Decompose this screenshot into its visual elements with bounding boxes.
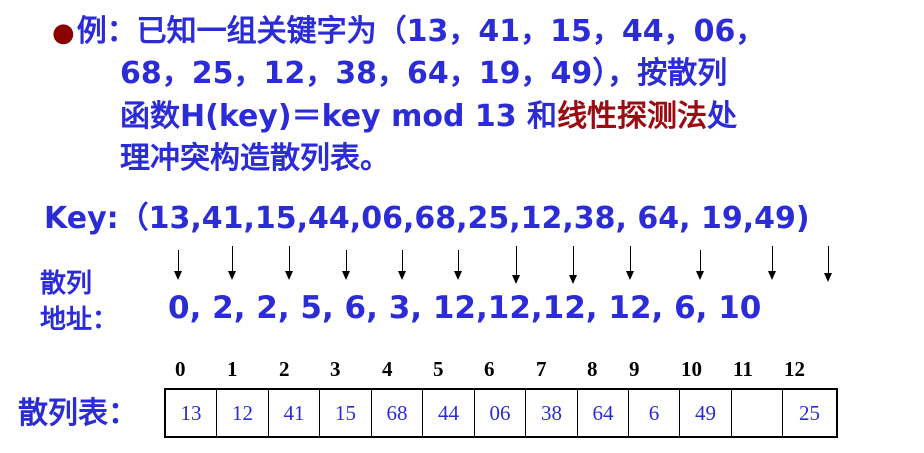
- table-cell: 38: [526, 390, 578, 436]
- table-index: 2: [279, 357, 290, 381]
- hash-address-label-line-2: 地址：: [40, 305, 119, 335]
- statement-line-3-tail: 处: [707, 99, 738, 134]
- hash-address-label: 散列 地址：: [40, 266, 118, 338]
- table-cell: 64: [578, 390, 629, 436]
- arrow-icon: [285, 246, 293, 280]
- table-cell: [732, 390, 783, 436]
- arrow-icon: [342, 250, 350, 280]
- table-cell: 15: [320, 390, 372, 436]
- arrow-icon: [569, 246, 577, 284]
- table-index: 5: [433, 357, 444, 381]
- table-cell: 13: [166, 390, 217, 436]
- arrow-icon: [398, 250, 406, 280]
- arrow-icon: [768, 246, 776, 280]
- table-index: 11: [733, 357, 753, 381]
- arrow-icon: [228, 246, 236, 280]
- table-index: 3: [330, 357, 341, 381]
- arrow-icon: [454, 250, 462, 280]
- table-index: 12: [784, 357, 805, 381]
- table-index: 10: [681, 357, 702, 381]
- statement-line-1: ●例：已知一组关键字为（13，41，15，44，06，: [52, 12, 765, 53]
- arrow-icon: [696, 250, 704, 280]
- table-cell: 68: [372, 390, 423, 436]
- statement-line-4: 理冲突构造散列表。: [120, 141, 390, 176]
- linear-probing-highlight: 线性探测法: [557, 99, 708, 134]
- table-index: 7: [536, 357, 547, 381]
- arrow-icon: [512, 246, 520, 284]
- table-cell: 41: [269, 390, 320, 436]
- table-index: 0: [175, 357, 186, 381]
- table-index: 6: [484, 357, 495, 381]
- statement-line-3: 函数H(key)＝key mod 13 和线性探测法处: [120, 97, 737, 137]
- hash-address-values: 0, 2, 2, 5, 6, 3, 12,12,12, 12, 6, 10: [168, 290, 762, 326]
- statement-line-2: 68，25，12，38，64，19，49），按散列: [120, 56, 728, 91]
- table-index: 4: [382, 357, 393, 381]
- table-index: 1: [227, 357, 238, 381]
- key-sequence: Key:（13,41,15,44,06,68,25,12,38, 64, 19,…: [44, 201, 810, 236]
- table-cell: 25: [799, 400, 820, 425]
- bullet-icon: ●: [52, 18, 75, 48]
- hash-table-label: 散列表：: [18, 396, 138, 431]
- statement-prefix: 例：已知一组关键字为（13，41，15，44，06，: [76, 14, 766, 49]
- table-cell: 12: [217, 390, 269, 436]
- table-cell: 6: [629, 390, 680, 436]
- table-cell: 49: [680, 390, 732, 436]
- hash-table: 13 12 41 15 68 44 06 38 64 6 49 25: [164, 388, 838, 438]
- table-index: 9: [629, 357, 640, 381]
- table-cell: 06: [475, 390, 526, 436]
- table-index: 8: [587, 357, 598, 381]
- table-cell: 44: [423, 390, 475, 436]
- hash-address-label-line-1: 散列: [40, 269, 93, 299]
- arrow-icon: [174, 250, 182, 280]
- arrow-icon: [824, 246, 832, 282]
- hash-function-text: 函数H(key)＝key mod 13 和: [120, 99, 558, 134]
- arrow-icon: [626, 246, 634, 280]
